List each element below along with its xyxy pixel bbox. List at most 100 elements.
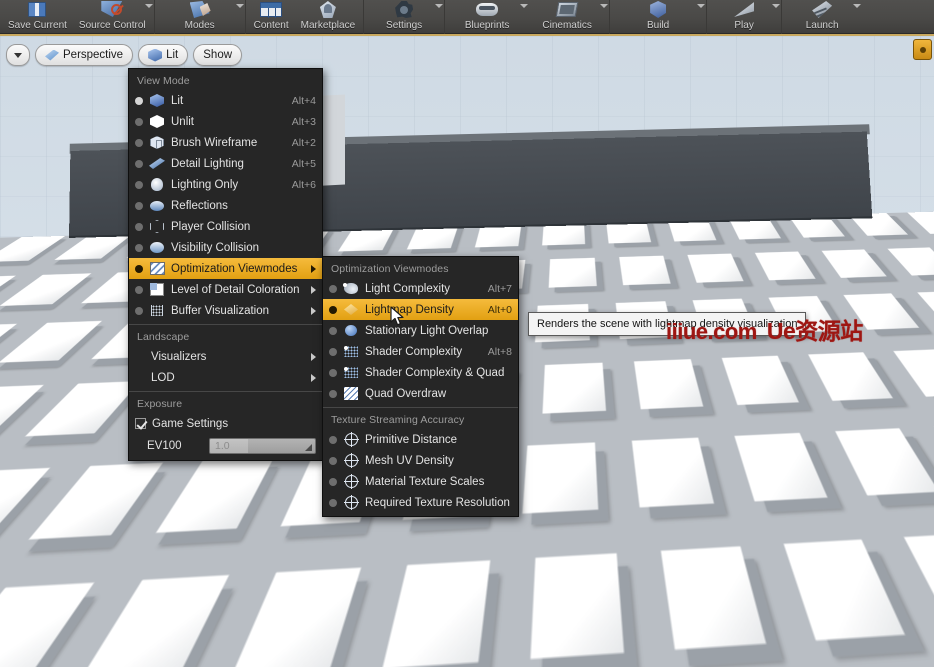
cinematics-icon xyxy=(554,1,580,18)
viewport-viewmode-button[interactable]: Lit xyxy=(138,44,188,66)
brush-wireframe-icon xyxy=(149,135,166,150)
menu-item-label: Visualizers xyxy=(151,351,305,363)
menu-item-reflections[interactable]: Reflections xyxy=(129,195,322,216)
scene-cube xyxy=(606,220,651,244)
menu-item-lod-coloration[interactable]: Level of Detail Coloration xyxy=(129,279,322,300)
menu-item-label: Reflections xyxy=(171,200,308,212)
chevron-down-icon[interactable] xyxy=(853,4,861,8)
menu-item-shortcut: Alt+2 xyxy=(292,137,316,149)
gizmo-axis-x-arrow[interactable] xyxy=(581,507,599,525)
menu-item-label: Light Complexity xyxy=(365,283,480,295)
menu-item-game-settings[interactable]: Game Settings xyxy=(129,413,322,434)
toolbar-group-file: Save Current Source Control xyxy=(0,0,155,34)
menu-item-detail-lighting[interactable]: Detail Lighting Alt+5 xyxy=(129,153,322,174)
menu-item-label: LOD xyxy=(151,372,305,384)
marketplace-icon xyxy=(315,1,341,18)
scene-cube xyxy=(542,363,606,414)
toolbar-group-blueprints: Blueprints Cinematics xyxy=(445,0,610,34)
radio-icon xyxy=(329,499,337,507)
gizmo-axis-y[interactable] xyxy=(633,467,659,513)
lightmap-density-icon xyxy=(343,302,360,317)
chevron-down-icon[interactable] xyxy=(236,4,244,8)
transform-gizmo[interactable] xyxy=(615,451,725,561)
radio-icon xyxy=(329,306,337,314)
viewport-show-button[interactable]: Show xyxy=(193,44,242,66)
menu-item-shader-complexity[interactable]: Shader Complexity Alt+8 xyxy=(323,341,518,362)
chevron-down-icon[interactable] xyxy=(600,4,608,8)
menu-item-light-complexity[interactable]: Light Complexity Alt+7 xyxy=(323,278,518,299)
menu-item-player-collision[interactable]: Player Collision xyxy=(129,216,322,237)
chevron-right-icon xyxy=(311,307,316,315)
shader-complexity-quads-icon xyxy=(343,365,360,380)
menu-item-lightmap-density[interactable]: Lightmap Density Alt+0 xyxy=(323,299,518,320)
scene-cube xyxy=(522,442,598,513)
scene-cube xyxy=(822,249,887,277)
menu-item-unlit[interactable]: Unlit Alt+3 xyxy=(129,111,322,132)
menu-item-quad-overdraw[interactable]: Quad Overdraw xyxy=(323,383,518,404)
viewport-maximize-toggle[interactable] xyxy=(913,39,932,60)
radio-icon xyxy=(329,390,337,398)
optimization-viewmodes-submenu[interactable]: Optimization Viewmodes Light Complexity … xyxy=(322,256,519,517)
radio-icon xyxy=(135,202,143,210)
radio-icon xyxy=(329,478,337,486)
scene-cube xyxy=(382,560,490,667)
toolbar-button-launch[interactable]: Launch xyxy=(784,0,860,33)
resize-grip-icon[interactable] xyxy=(305,444,312,451)
scene-cube xyxy=(549,258,597,288)
menu-item-label: Unlit xyxy=(171,116,284,128)
viewport-options-button[interactable] xyxy=(6,44,30,66)
toolbar-button-marketplace[interactable]: Marketplace xyxy=(295,0,361,33)
chevron-down-icon[interactable] xyxy=(145,4,153,8)
menu-item-shortcut: Alt+6 xyxy=(292,179,316,191)
toolbar-button-modes[interactable]: Modes xyxy=(157,0,243,33)
menu-item-label: Material Texture Scales xyxy=(365,476,512,488)
viewport-camera-type-button[interactable]: Perspective xyxy=(35,44,133,66)
menu-item-lit[interactable]: Lit Alt+4 xyxy=(129,90,322,111)
gizmo-axis-z-arrow[interactable] xyxy=(653,447,671,465)
toolbar-button-build[interactable]: Build xyxy=(612,0,704,33)
menu-item-shader-complexity-quads[interactable]: Shader Complexity & Quads xyxy=(323,362,518,383)
blueprints-icon xyxy=(474,1,500,18)
view-mode-menu[interactable]: View Mode Lit Alt+4 Unlit Alt+3 Brush Wi… xyxy=(128,68,323,461)
perspective-icon xyxy=(45,50,59,61)
menu-section-view-mode: View Mode xyxy=(129,72,322,90)
menu-item-brush-wireframe[interactable]: Brush Wireframe Alt+2 xyxy=(129,132,322,153)
perspective-label: Perspective xyxy=(63,49,123,61)
toolbar-label: Cinematics xyxy=(542,20,591,31)
scene-cube xyxy=(0,273,91,306)
menu-item-required-texture-resolution[interactable]: Required Texture Resolution xyxy=(323,492,518,513)
toolbar-button-settings[interactable]: Settings xyxy=(366,0,442,33)
toolbar-button-cinematics[interactable]: Cinematics xyxy=(527,0,607,33)
target-icon xyxy=(343,495,360,510)
menu-item-material-texture-scales[interactable]: Material Texture Scales xyxy=(323,471,518,492)
menu-item-label: Brush Wireframe xyxy=(171,137,284,149)
menu-item-label: Visibility Collision xyxy=(171,242,308,254)
toolbar-button-blueprints[interactable]: Blueprints xyxy=(447,0,527,33)
gizmo-center-handle[interactable] xyxy=(653,509,673,527)
menu-item-primitive-distance[interactable]: Primitive Distance xyxy=(323,429,518,450)
menu-item-lighting-only[interactable]: Lighting Only Alt+6 xyxy=(129,174,322,195)
toolbar-label: Blueprints xyxy=(465,20,509,31)
menu-item-buffer-visualization[interactable]: Buffer Visualization xyxy=(129,300,322,321)
buffer-visualization-icon xyxy=(149,303,166,318)
chevron-down-icon[interactable] xyxy=(697,4,705,8)
checkbox-icon[interactable] xyxy=(135,418,146,429)
menu-item-visualizers[interactable]: Visualizers xyxy=(129,346,322,367)
menu-item-visibility-collision[interactable]: Visibility Collision xyxy=(129,237,322,258)
chevron-down-icon[interactable] xyxy=(772,4,780,8)
ev100-row: EV100 1.0 xyxy=(129,434,322,457)
scene-cube xyxy=(542,221,585,245)
menu-item-label: Shader Complexity xyxy=(365,346,480,358)
toolbar-button-content[interactable]: Content xyxy=(248,0,295,33)
menu-item-optimization-viewmodes[interactable]: Optimization Viewmodes xyxy=(129,258,322,279)
toolbar-button-play[interactable]: Play xyxy=(709,0,779,33)
ev100-slider[interactable]: 1.0 xyxy=(209,438,316,454)
menu-item-stationary-light-overlap[interactable]: Stationary Light Overlap xyxy=(323,320,518,341)
toolbar-button-source-control[interactable]: Source Control xyxy=(73,0,152,33)
menu-item-mesh-uv-density[interactable]: Mesh UV Density xyxy=(323,450,518,471)
toolbar-button-save-current[interactable]: Save Current xyxy=(2,0,73,33)
menu-item-lod[interactable]: LOD xyxy=(129,367,322,388)
menu-divider xyxy=(323,407,518,408)
chevron-down-icon[interactable] xyxy=(435,4,443,8)
radio-icon xyxy=(329,436,337,444)
